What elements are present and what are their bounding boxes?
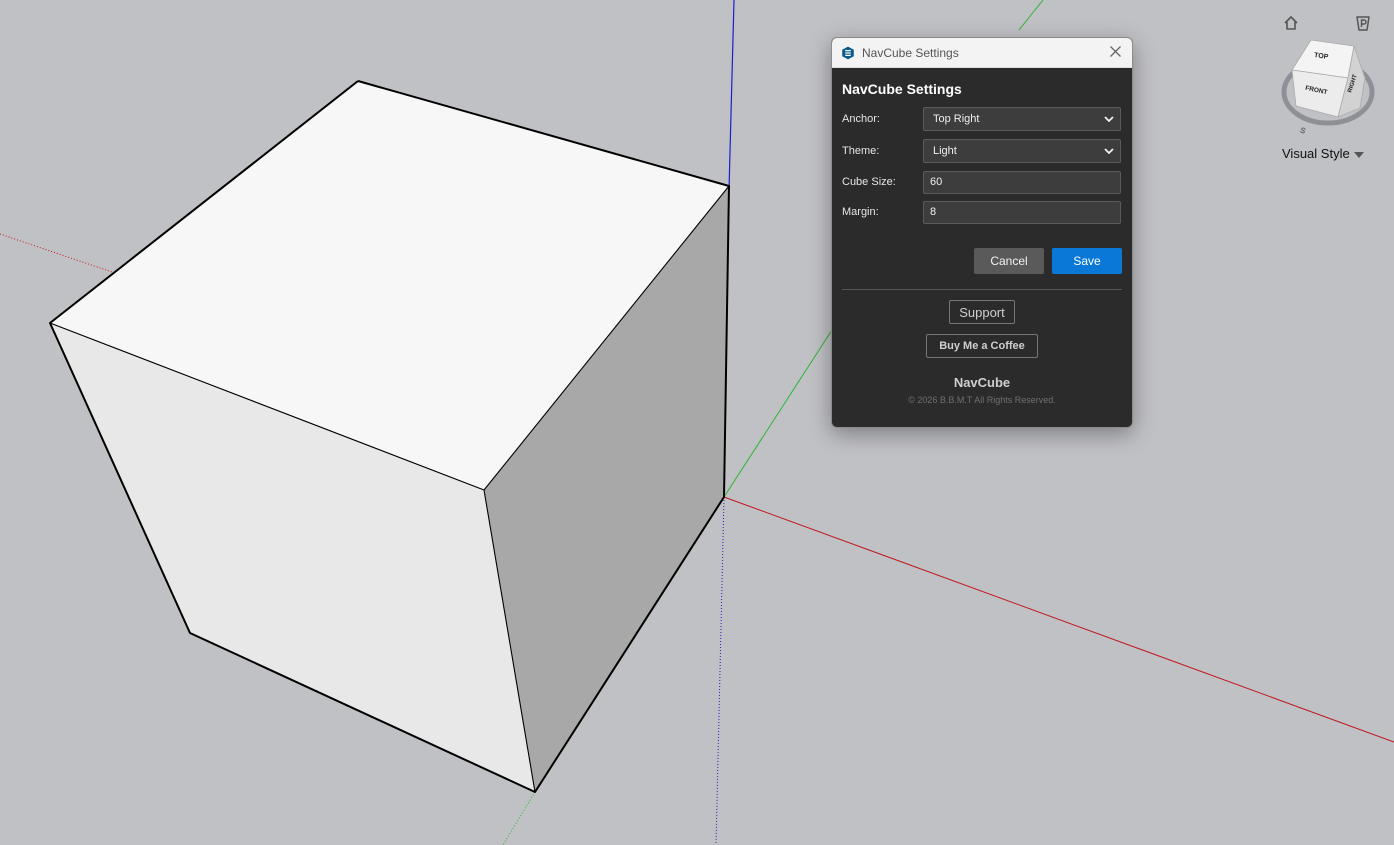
- theme-label: Theme:: [842, 144, 880, 157]
- dialog-buttons: Cancel Save: [842, 248, 1122, 274]
- cube-size-row: Cube Size: 60: [842, 170, 1122, 194]
- visual-style-dropdown[interactable]: Visual Style: [1282, 146, 1364, 161]
- support-button[interactable]: Support: [949, 300, 1015, 324]
- navcube-cube[interactable]: TOP FRONT RIGHT S: [1276, 32, 1380, 142]
- model-viewport[interactable]: [0, 0, 1394, 845]
- save-button[interactable]: Save: [1052, 248, 1122, 274]
- blue-axis-dotted: [715, 496, 725, 845]
- margin-row: Margin: 8: [842, 200, 1122, 224]
- home-icon[interactable]: [1282, 14, 1300, 32]
- theme-value: Light: [933, 144, 957, 157]
- perspective-icon[interactable]: [1354, 14, 1372, 32]
- sketchup-logo-icon: [842, 46, 854, 59]
- blue-axis: [728, 0, 735, 191]
- theme-row: Theme: Light: [842, 138, 1122, 163]
- window-title: NavCube Settings: [862, 45, 959, 60]
- navcube-settings-dialog: NavCube Settings NavCube Settings Anchor…: [831, 37, 1133, 428]
- divider: [842, 289, 1122, 290]
- title-bar[interactable]: NavCube Settings: [832, 38, 1132, 68]
- chevron-down-icon: [1104, 147, 1114, 154]
- visual-style-label: Visual Style: [1282, 146, 1350, 161]
- dialog-heading: NavCube Settings: [842, 81, 962, 97]
- navcube-widget[interactable]: TOP FRONT RIGHT S Visual Style: [1270, 10, 1385, 170]
- buy-me-a-coffee-button[interactable]: Buy Me a Coffee: [926, 334, 1038, 358]
- anchor-value: Top Right: [933, 112, 980, 125]
- red-axis-dotted: [0, 233, 113, 273]
- margin-label: Margin:: [842, 206, 879, 218]
- cube-size-input[interactable]: 60: [923, 170, 1121, 194]
- anchor-label: Anchor:: [842, 112, 880, 125]
- footer-copyright: © 2026 B.B.M.T All Rights Reserved.: [908, 395, 1056, 405]
- anchor-select[interactable]: Top Right: [923, 106, 1121, 131]
- compass-s-label: S: [1299, 126, 1308, 137]
- green-axis: [723, 329, 833, 498]
- green-axis-top: [1018, 0, 1044, 31]
- box-model[interactable]: [49, 80, 730, 793]
- footer-title: NavCube: [953, 375, 1011, 390]
- theme-select[interactable]: Light: [923, 138, 1121, 163]
- red-axis: [723, 496, 1394, 743]
- cube-size-label: Cube Size:: [842, 176, 896, 188]
- green-axis-dotted: [502, 791, 536, 845]
- close-icon[interactable]: [1109, 45, 1122, 58]
- cancel-button[interactable]: Cancel: [974, 248, 1044, 274]
- anchor-row: Anchor: Top Right: [842, 106, 1122, 131]
- margin-input[interactable]: 8: [923, 200, 1121, 224]
- chevron-down-icon: [1353, 151, 1364, 158]
- chevron-down-icon: [1104, 115, 1114, 122]
